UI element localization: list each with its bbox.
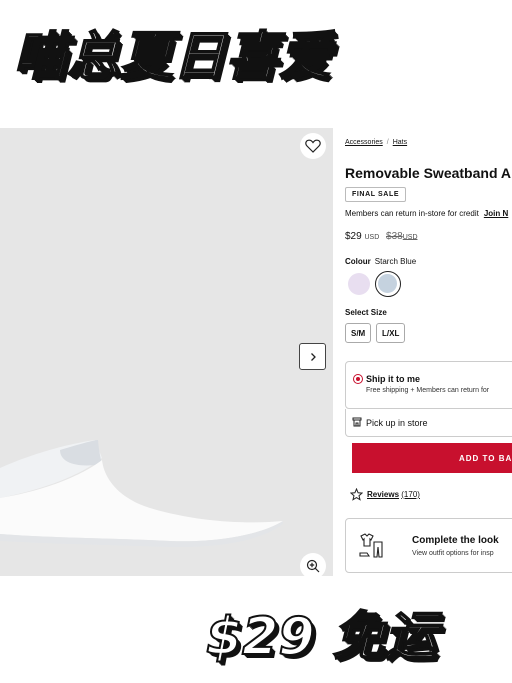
reviews-count: (170)	[401, 490, 420, 499]
colour-label: Colour Starch Blue	[345, 257, 416, 266]
headline-text: 喵总夏日喜爱	[13, 26, 333, 88]
top-banner: 喵总夏日喜爱	[0, 0, 512, 128]
product-details-panel: Accessories / Hats Removable Sweatband A F…	[333, 128, 512, 576]
visor-image	[0, 440, 283, 548]
look-subtitle: View outfit options for insp	[412, 550, 494, 557]
members-note-text: Members can return in-store for credit	[345, 209, 479, 218]
sale-price: $29	[345, 231, 362, 242]
outfit-icon	[359, 533, 383, 558]
bottom-banner: $29 免运	[0, 576, 512, 683]
next-image-button[interactable]	[299, 343, 326, 370]
promo-text: $29 免运	[205, 606, 438, 668]
colour-value: Starch Blue	[374, 257, 417, 266]
sale-price-currency: USD	[364, 234, 380, 241]
join-link[interactable]: Join N	[484, 209, 508, 218]
zoom-in-icon	[306, 559, 320, 573]
ship-it-option[interactable]: Ship it to me Free shipping + Members ca…	[345, 361, 512, 409]
members-return-note: Members can return in-store for credit Jo…	[345, 209, 508, 218]
store-icon	[352, 417, 362, 427]
product-page-screenshot: Accessories / Hats Removable Sweatband A F…	[0, 128, 512, 576]
pickup-option[interactable]: Pick up in store	[345, 409, 512, 437]
add-to-bag-button[interactable]: ADD TO BAG	[352, 443, 512, 473]
size-l-xl-button[interactable]: L/XL	[376, 323, 406, 343]
breadcrumb-hats[interactable]: Hats	[393, 139, 407, 146]
look-title: Complete the look	[412, 535, 499, 546]
ship-title: Ship it to me	[366, 374, 420, 384]
complete-the-look[interactable]: Complete the look View outfit options fo…	[345, 518, 512, 573]
breadcrumb-accessories[interactable]: Accessories	[345, 139, 383, 146]
original-price: $38USD	[386, 231, 417, 242]
heart-icon	[305, 139, 321, 153]
size-s-m-button[interactable]: S/M	[345, 323, 372, 343]
product-title: Removable Sweatband A	[345, 165, 511, 181]
favorite-button[interactable]	[300, 133, 326, 159]
select-size-label: Select Size	[345, 308, 387, 317]
pickup-label: Pick up in store	[366, 418, 428, 428]
breadcrumb-separator: /	[386, 139, 389, 146]
final-sale-badge: FINAL SALE	[345, 187, 407, 202]
chevron-right-icon	[310, 352, 316, 361]
ship-radio[interactable]	[353, 374, 363, 384]
original-price-value: $38	[386, 231, 403, 242]
reviews-link[interactable]: Reviews (170)	[350, 488, 420, 501]
swatch-lilac[interactable]	[348, 273, 370, 295]
reviews-label: Reviews	[367, 490, 400, 499]
colour-label-key: Colour	[345, 257, 371, 266]
star-icon	[350, 488, 363, 501]
price: $29 USD $38USD	[345, 231, 418, 242]
swatch-starch-blue[interactable]	[375, 271, 401, 297]
product-image	[0, 128, 333, 576]
ship-subtitle: Free shipping + Members can return for	[366, 387, 490, 394]
original-price-currency: USD	[402, 234, 418, 241]
zoom-button[interactable]	[300, 553, 326, 576]
breadcrumb: Accessories / Hats	[345, 139, 407, 146]
